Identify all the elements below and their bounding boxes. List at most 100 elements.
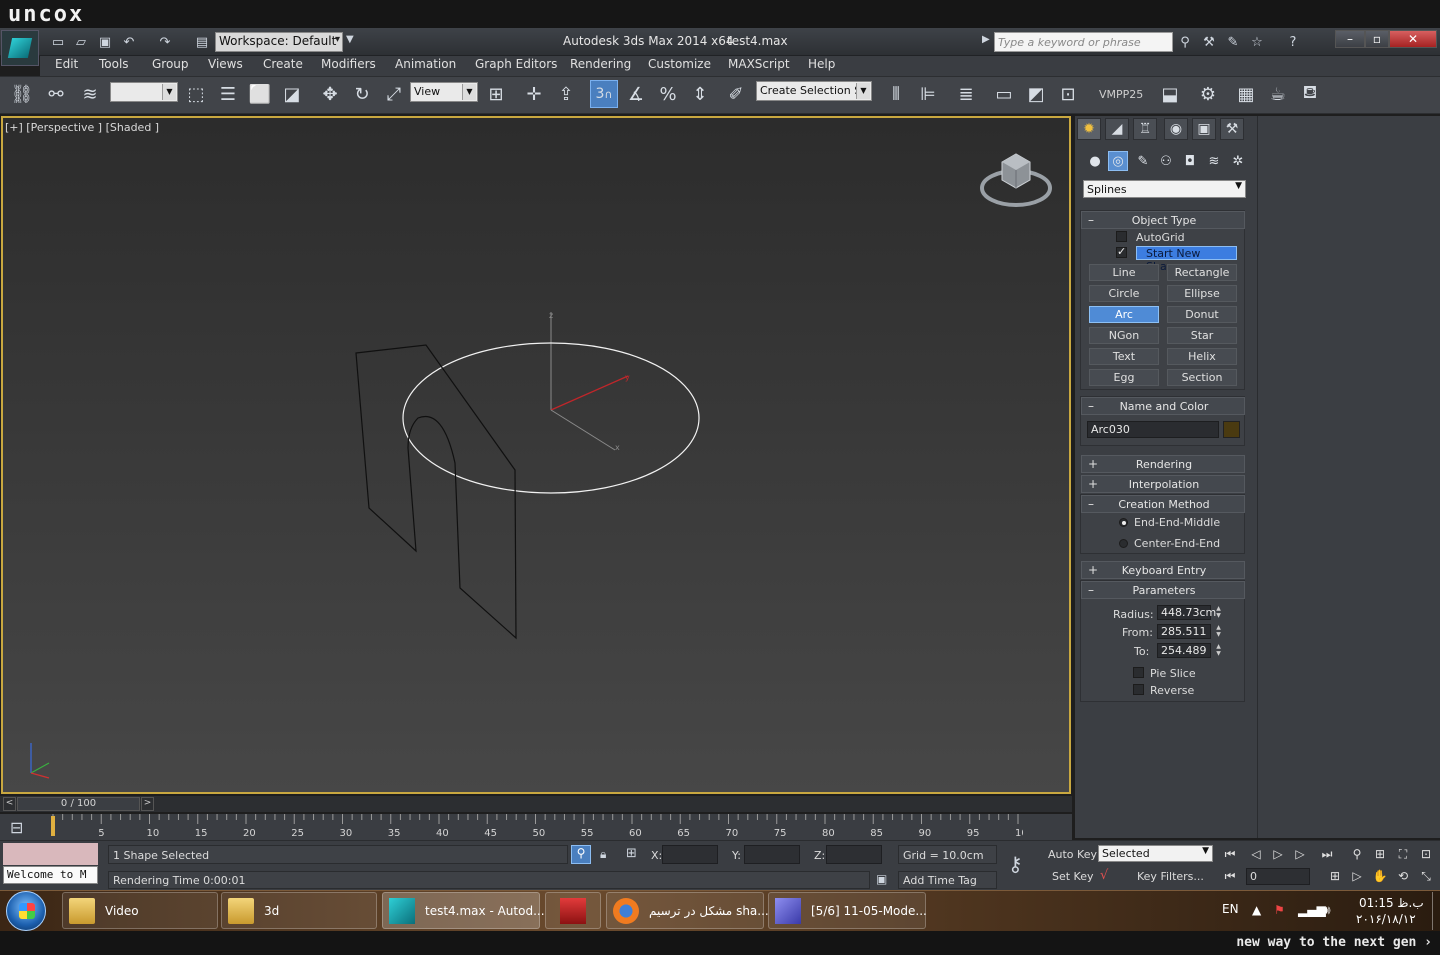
schematic-view-icon[interactable]: ⊡	[1054, 80, 1082, 108]
add-time-tag-button[interactable]: Add Time Tag	[898, 871, 997, 889]
input-language[interactable]: EN	[1222, 902, 1239, 916]
time-tag-icon[interactable]: ▣	[876, 872, 887, 886]
named-selection-sets-dropdown[interactable]: Create Selection Se ▼	[756, 81, 872, 101]
search-input[interactable]: Type a keyword or phrase	[994, 32, 1173, 52]
next-frame-icon[interactable]: ▷	[1290, 845, 1310, 863]
taskbar-item-3dsmax[interactable]: test4.max - Autod...	[382, 892, 545, 929]
zoom-extents-all-icon[interactable]: ⊡	[1416, 845, 1436, 863]
helix-button[interactable]: Helix	[1167, 348, 1237, 365]
maxscript-listener-output[interactable]	[3, 843, 98, 865]
go-to-start-icon[interactable]: ⏮	[1220, 845, 1240, 863]
set-key-button[interactable]: Set Key	[1052, 870, 1094, 883]
time-slider[interactable]	[0, 796, 1072, 812]
search-expand-icon[interactable]: ▶	[982, 34, 990, 45]
project-folder-icon[interactable]: ▤	[193, 33, 211, 51]
cameras-icon[interactable]: ⚇	[1156, 151, 1176, 171]
snaps-toggle-button[interactable]: 3 ∩	[590, 80, 618, 108]
rectangle-button[interactable]: Rectangle	[1167, 264, 1237, 281]
rollout-interpolation[interactable]: + Interpolation	[1081, 475, 1245, 493]
key-curve-icon[interactable]: √	[1100, 868, 1108, 883]
action-center-icon[interactable]: ⚑	[1274, 903, 1285, 917]
select-object-icon[interactable]: ⬚	[182, 80, 210, 108]
systems-icon[interactable]: ✲	[1228, 151, 1248, 171]
center-end-end-radio[interactable]	[1119, 539, 1128, 548]
link-icon[interactable]: ⛓	[8, 80, 36, 108]
viewport-label[interactable]: [+] [Perspective ] [Shaded ]	[5, 121, 159, 134]
menu-modifiers[interactable]: Modifiers	[321, 57, 376, 71]
plugin-label[interactable]: VMPP25	[1099, 88, 1143, 101]
percent-snap-icon[interactable]: %	[654, 80, 682, 108]
select-manipulate-icon[interactable]: ✛	[520, 80, 548, 108]
donut-button[interactable]: Donut	[1167, 306, 1237, 323]
mini-curve-editor-icon[interactable]: ⊟	[10, 818, 23, 837]
ngon-button[interactable]: NGon	[1089, 327, 1159, 344]
minimize-button[interactable]: –	[1335, 30, 1365, 48]
scale-icon[interactable]: ⤢	[380, 80, 408, 108]
edit-named-selection-icon[interactable]: ✐	[722, 80, 750, 108]
rollout-keyboard-entry[interactable]: + Keyboard Entry	[1081, 561, 1245, 579]
from-field[interactable]: 285.511	[1157, 624, 1211, 639]
geometry-icon[interactable]: ●	[1085, 151, 1105, 171]
menu-animation[interactable]: Animation	[395, 57, 456, 71]
maximize-button[interactable]: ▫	[1365, 30, 1389, 48]
tab-create[interactable]: ✹	[1077, 118, 1101, 140]
menu-edit[interactable]: Edit	[55, 57, 78, 71]
go-to-end-icon[interactable]: ⏭	[1317, 845, 1337, 863]
favorites-icon[interactable]: ☆	[1248, 33, 1266, 51]
key-filter-selection-dropdown[interactable]: Selected ▼	[1098, 845, 1213, 862]
menu-customize[interactable]: Customize	[648, 57, 711, 71]
menu-tools[interactable]: Tools	[99, 57, 129, 71]
menu-graph-editors[interactable]: Graph Editors	[475, 57, 557, 71]
clock-date[interactable]: ۲۰۱۶/۱۸/۱۲	[1356, 912, 1416, 926]
new-file-icon[interactable]: ▭	[49, 33, 67, 51]
rotate-icon[interactable]: ↻	[348, 80, 376, 108]
helpers-icon[interactable]: ◘	[1180, 151, 1200, 171]
render-setup-icon[interactable]: ⚙	[1194, 80, 1222, 108]
shapes-icon[interactable]: ◎	[1108, 151, 1128, 171]
play-icon[interactable]: ▷	[1268, 845, 1288, 863]
previous-frame-icon[interactable]: ◁	[1246, 845, 1266, 863]
perspective-viewport[interactable]: z y x	[1, 116, 1071, 794]
zoom-extents-icon[interactable]: ⛶	[1393, 845, 1413, 863]
help-icon[interactable]: ?	[1284, 33, 1302, 51]
rendered-frame-window-icon[interactable]: ▦	[1232, 80, 1260, 108]
bind-space-warp-icon[interactable]: ≋	[76, 80, 104, 108]
spinner-snap-icon[interactable]: ⇕	[686, 80, 714, 108]
render-production-icon[interactable]: ☕	[1264, 80, 1292, 108]
pan-view-icon[interactable]: ✋	[1370, 867, 1390, 885]
mirror-icon[interactable]: ⫴	[882, 80, 910, 108]
start-new-shape-button[interactable]: Start New Shape	[1136, 246, 1237, 273]
taskbar-item-video[interactable]: Video	[62, 892, 218, 929]
selection-lock-icon[interactable]: 🔒︎	[600, 847, 606, 862]
space-warps-icon[interactable]: ≋	[1204, 151, 1224, 171]
quick-access-menu-icon[interactable]: ▼	[346, 34, 354, 45]
angle-snap-icon[interactable]: ∡	[622, 80, 650, 108]
auto-key-button[interactable]: Auto Key	[1048, 848, 1097, 861]
open-file-icon[interactable]: ▱	[72, 33, 90, 51]
egg-button[interactable]: Egg	[1089, 369, 1159, 386]
clock-time[interactable]: 01:15 ب.ظ	[1359, 896, 1424, 910]
subscription-icon[interactable]: ⚒	[1200, 33, 1218, 51]
absolute-mode-icon[interactable]: ⊞	[626, 846, 637, 861]
orbit-icon[interactable]: ⟲	[1393, 867, 1413, 885]
rollout-object-type[interactable]: – Object Type	[1081, 211, 1245, 229]
close-button[interactable]: ✕	[1389, 30, 1437, 48]
x-coord-field[interactable]	[662, 845, 718, 864]
current-frame-field[interactable]: 0	[1246, 868, 1310, 885]
align-icon[interactable]: ⊫	[914, 80, 942, 108]
pie-slice-checkbox[interactable]	[1133, 667, 1144, 678]
radius-spinner-icon[interactable]: ▲ ▼	[1214, 605, 1223, 620]
move-icon[interactable]: ✥	[316, 80, 344, 108]
start-button[interactable]	[6, 891, 46, 931]
start-new-shape-checkbox[interactable]	[1116, 245, 1127, 258]
time-slider-prev-icon[interactable]: <	[3, 797, 16, 811]
y-coord-field[interactable]	[744, 845, 800, 864]
rollout-name-and-color[interactable]: – Name and Color	[1081, 397, 1245, 415]
set-key-mode-icon[interactable]: ⚷	[1008, 852, 1023, 876]
menu-rendering[interactable]: Rendering	[570, 57, 631, 71]
viewcube-icon[interactable]	[978, 148, 1054, 210]
isolate-selection-icon[interactable]: ⚲	[571, 845, 591, 864]
keyboard-shortcut-override-icon[interactable]: ⇪	[552, 80, 580, 108]
from-spinner-icon[interactable]: ▲ ▼	[1214, 624, 1223, 639]
object-category-dropdown[interactable]: Splines ▼	[1083, 180, 1246, 198]
